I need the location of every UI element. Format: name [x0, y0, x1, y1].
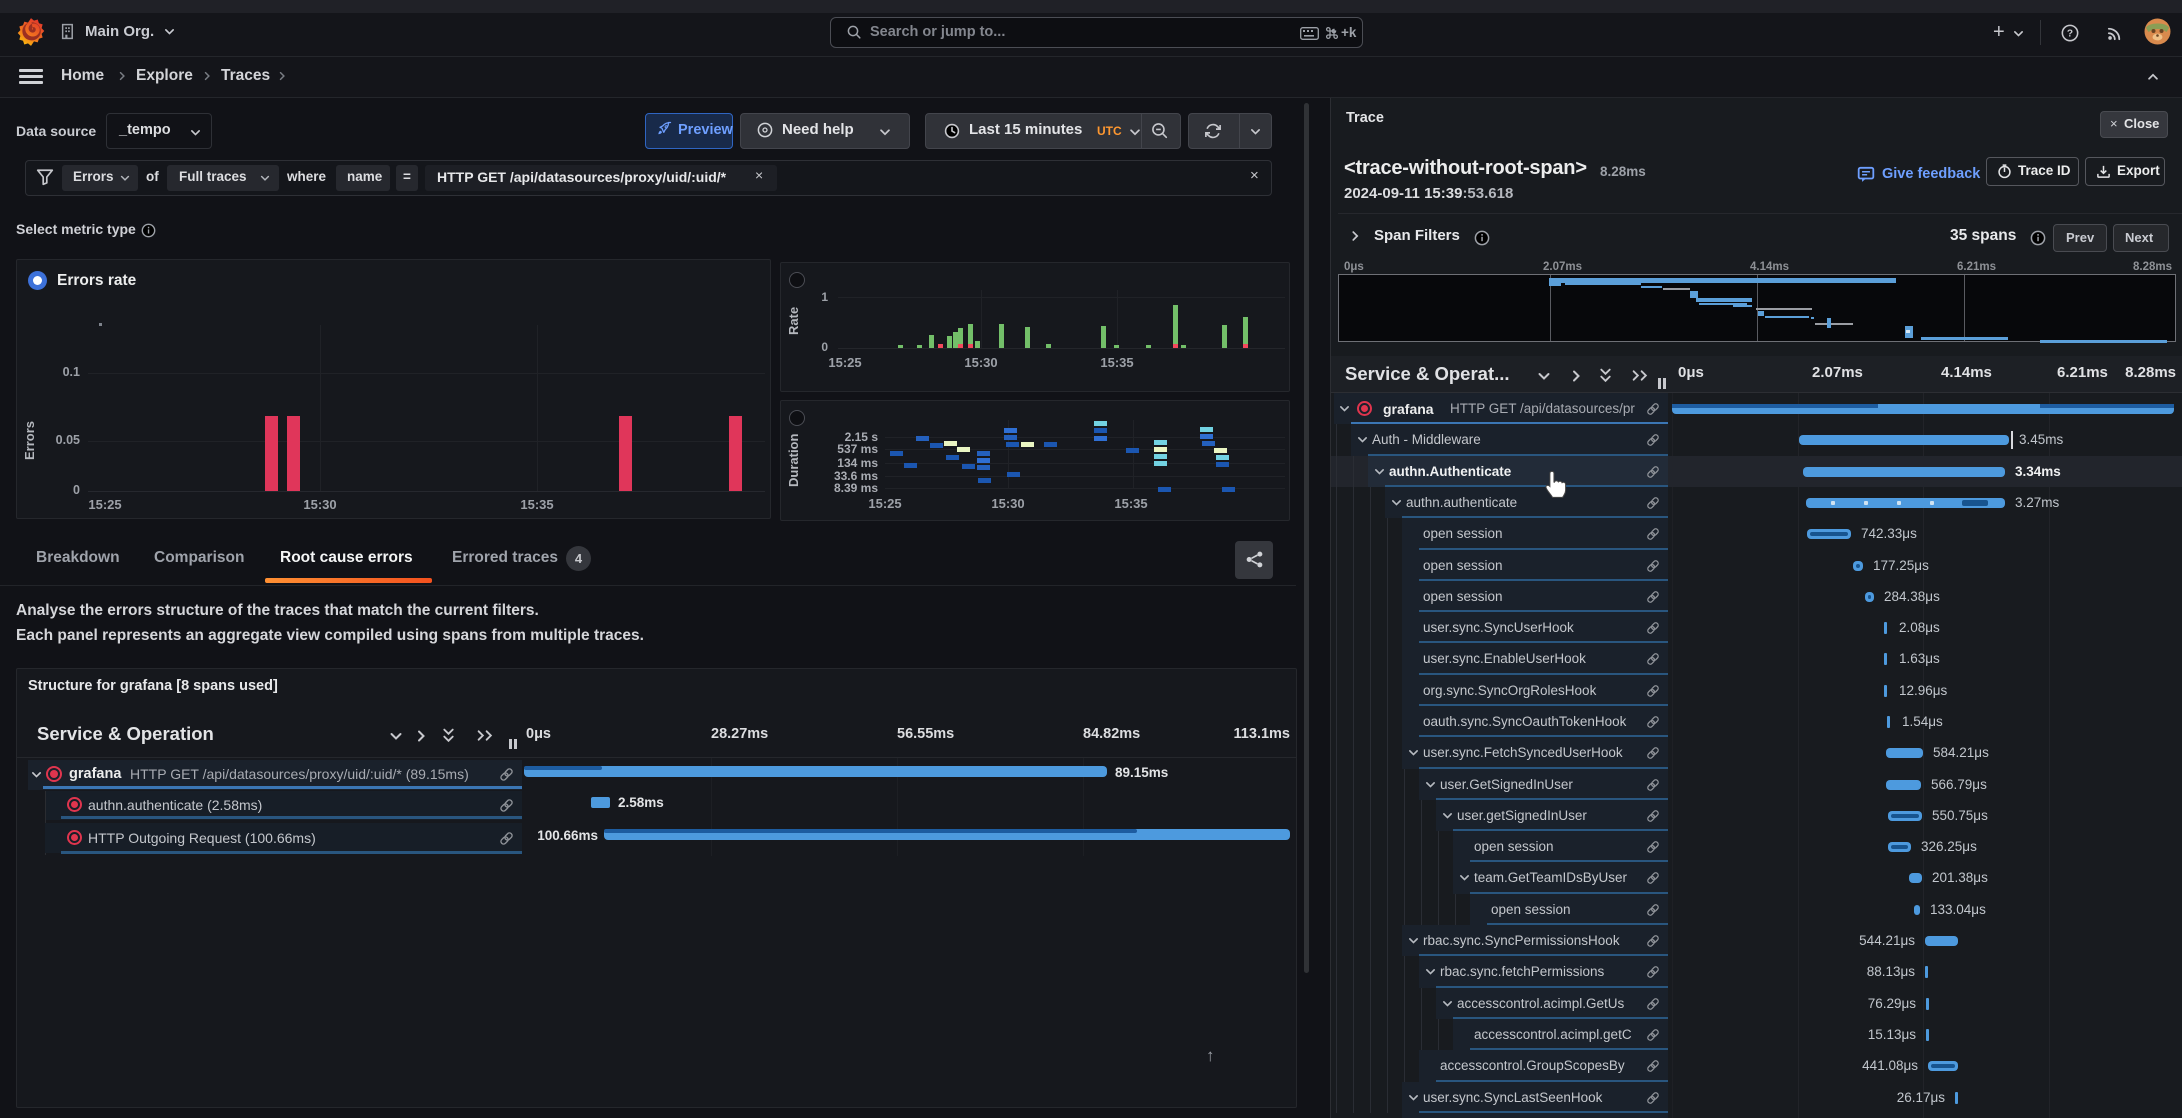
svg-text:?: ? — [2067, 28, 2073, 39]
